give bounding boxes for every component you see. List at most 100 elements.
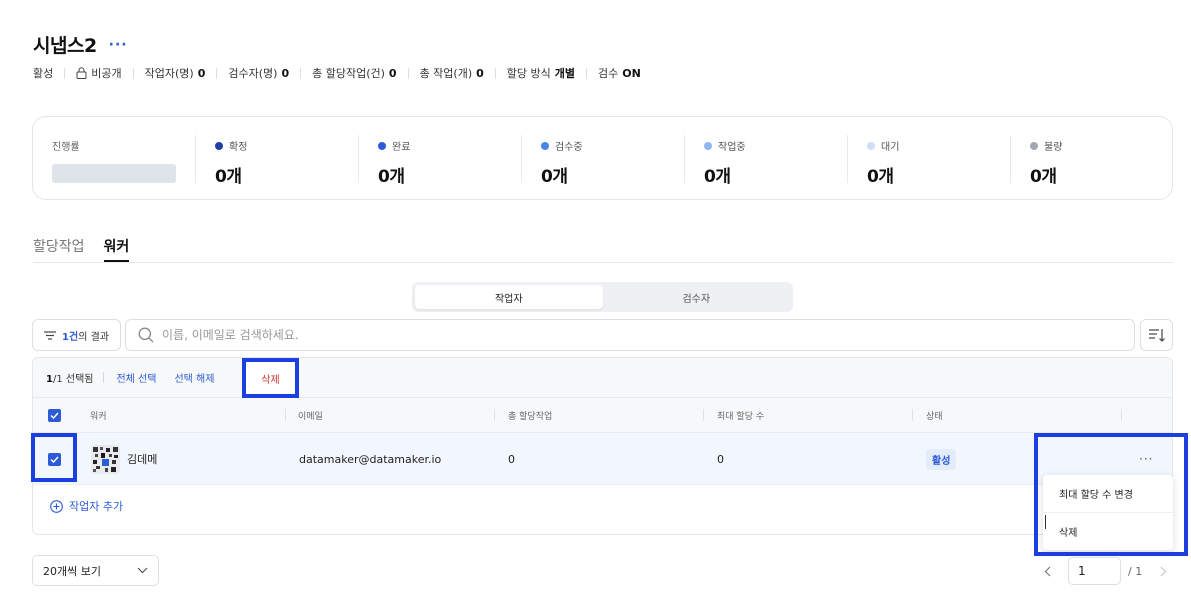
max-assign-cell: 0 (717, 452, 724, 466)
meta-assigned: 총 할당작업(건) 0 (312, 65, 396, 81)
selected-number: 1 (46, 374, 53, 385)
delete-selected-link[interactable]: 삭제 (242, 358, 299, 398)
header-checkbox-cell (48, 398, 61, 433)
col-divider (703, 409, 704, 421)
meta-divider (132, 67, 134, 79)
selection-divider (103, 372, 105, 383)
stat-working: 작업중 0개 (704, 138, 854, 187)
chevron-left-icon (1044, 566, 1050, 576)
role-segment: 작업자 검수자 (412, 282, 793, 312)
title-row: 시냅스2 ··· (33, 31, 128, 58)
filter-icon (44, 330, 57, 340)
status-dot (378, 141, 386, 150)
meta-method: 할당 방식 개별 (507, 65, 575, 81)
workers-label: 작업자(명) (144, 67, 194, 80)
stat-value: 0개 (378, 167, 405, 187)
sort-icon (1148, 329, 1165, 342)
avatar-icon (91, 444, 120, 474)
reviewers-value: 0 (281, 66, 290, 80)
stat-label: 완료 (392, 142, 411, 153)
worker-name: 김데메 (127, 453, 158, 466)
visibility-label: 비공개 (91, 67, 122, 80)
project-meta: 활성 비공개 작업자(명) 0 검수자(명) 0 총 할당작업(건) 0 총 작… (33, 65, 641, 81)
meta-divider (407, 67, 409, 79)
search-icon (138, 327, 154, 343)
table-header: 워커 이메일 총 할당작업 최대 할당 수 상태 (33, 398, 1172, 433)
segment-reviewers[interactable]: 검수자 (603, 285, 791, 309)
stat-divider (1010, 135, 1011, 183)
select-all-link[interactable]: 전체 선택 (116, 370, 156, 385)
chevron-down-icon (137, 567, 148, 574)
stat-label: 검수중 (555, 142, 583, 153)
meta-divider (494, 67, 496, 79)
meta-divider (216, 67, 218, 79)
stat-divider (847, 135, 848, 183)
page-size-select[interactable]: 20개씩 보기 (32, 555, 159, 586)
stat-divider (195, 135, 196, 183)
chevron-right-icon (1160, 566, 1167, 576)
review-label: 검수 (598, 67, 619, 80)
meta-workers: 작업자(명) 0 (145, 65, 206, 81)
status-dot (704, 141, 712, 150)
stat-reviewing: 검수중 0개 (541, 138, 691, 187)
col-divider (1121, 409, 1122, 421)
method-label: 할당 방식 (506, 67, 551, 80)
search-box (125, 319, 1135, 351)
col-divider (285, 409, 286, 421)
filter-button[interactable]: 1건 의 결과 (32, 319, 121, 351)
col-header-max-assign: 최대 할당 수 (717, 412, 765, 422)
col-header-email: 이메일 (298, 412, 323, 422)
next-page-button[interactable] (1156, 566, 1170, 577)
stat-completed: 완료 0개 (378, 138, 528, 187)
deselect-link[interactable]: 선택 해제 (174, 370, 214, 385)
tab-workers[interactable]: 워커 (103, 236, 130, 262)
project-more-button[interactable]: ··· (109, 37, 128, 53)
stat-value: 0개 (215, 167, 242, 187)
status-badge: 활성 (926, 448, 957, 470)
table-row[interactable]: 김데메 datamaker@datamaker.io 0 0 활성 ··· (33, 433, 1172, 485)
stat-divider (358, 135, 359, 183)
stat-value: 0개 (704, 167, 731, 187)
plus-circle-icon (50, 499, 63, 513)
prev-page-button[interactable] (1040, 566, 1054, 577)
search-input[interactable] (162, 328, 1062, 342)
tab-assigned-tasks[interactable]: 할당작업 (33, 236, 85, 262)
stat-label: 불량 (1044, 142, 1063, 153)
lock-icon (76, 67, 87, 79)
col-divider (494, 409, 495, 421)
meta-status: 활성 (33, 67, 54, 80)
stat-value: 0개 (867, 167, 894, 187)
add-worker-button[interactable]: 작업자 추가 (50, 498, 123, 514)
meta-divider (586, 67, 588, 79)
meta-total: 총 작업(개) 0 (420, 65, 484, 81)
col-divider (912, 409, 913, 421)
avatar (91, 444, 120, 474)
col-header-assigned: 총 할당작업 (508, 412, 553, 422)
select-all-checkbox[interactable] (48, 409, 61, 422)
status-dot (215, 141, 223, 150)
review-value: ON (622, 66, 641, 80)
meta-divider (64, 67, 66, 79)
meta-reviewers: 검수자(명) 0 (228, 65, 289, 81)
meta-review: 검수 ON (598, 65, 641, 81)
project-title: 시냅스2 (33, 35, 97, 57)
result-count: 1건 (62, 331, 79, 343)
progress-card: 진행률 확정 0개 완료 0개 검수중 0개 작업중 0개 대기 0개 불량 0… (32, 116, 1173, 200)
page-number-input[interactable] (1068, 557, 1121, 585)
total-value: 0 (476, 66, 484, 80)
result-suffix: 의 결과 (78, 331, 109, 343)
worker-cell: 김데메 (91, 433, 157, 485)
selection-count: 1/1 선택됨 (46, 370, 93, 385)
status-dot (541, 141, 549, 150)
status-cell: 활성 (926, 433, 957, 485)
highlight-checkbox-frame (31, 433, 77, 482)
progress-label: 진행률 (52, 142, 80, 153)
segment-workers[interactable]: 작업자 (415, 285, 603, 309)
page-size-label: 20개씩 보기 (43, 564, 101, 578)
col-header-status: 상태 (926, 412, 943, 422)
reviewers-label: 검수자(명) (228, 67, 278, 80)
pagination: / 1 (1040, 557, 1170, 585)
sort-button[interactable] (1140, 319, 1173, 351)
assigned-label: 총 할당작업(건) (312, 67, 385, 80)
progress-rate: 진행률 (52, 138, 176, 183)
